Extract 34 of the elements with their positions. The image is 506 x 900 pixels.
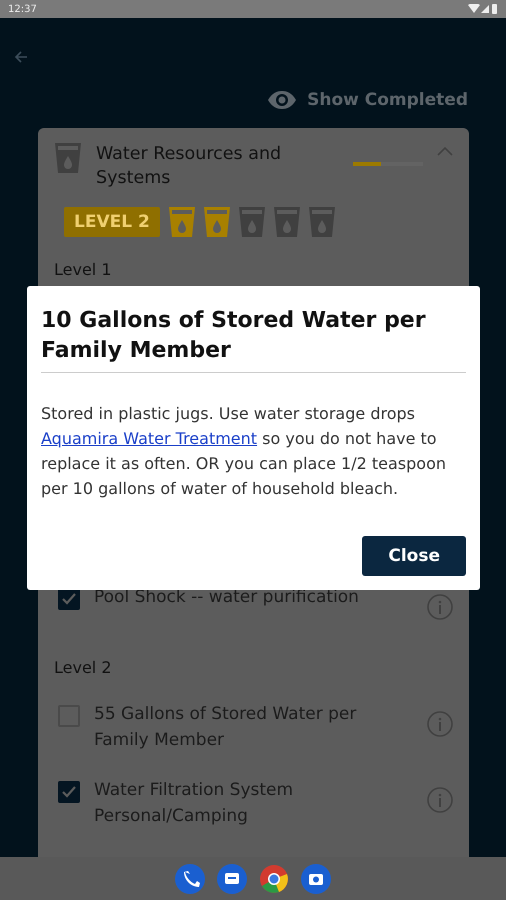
info-icon[interactable] <box>427 594 453 620</box>
dialog-text: Stored in plastic jugs. Use water storage drops Aquamira Water Treatment so you do not have to replace it as often. OR you can place 1/2 teaspoon per 10 gallons of water of household bleach. <box>41 403 448 500</box>
item-label: 55 Gallons of Stored Water per Family Member <box>94 703 358 752</box>
chevron-up-icon[interactable] <box>437 146 453 156</box>
cup-icon <box>54 142 82 174</box>
checkbox[interactable] <box>58 588 80 610</box>
cup-icon <box>202 206 231 238</box>
cup-icon <box>238 206 266 238</box>
category-title: Water Resources and Systems <box>96 143 282 190</box>
item-label: Pool Shock -- water purification <box>94 586 360 609</box>
camera-app-icon[interactable] <box>301 864 331 894</box>
treatment-link[interactable]: Aquamira Water Treatment <box>41 429 258 448</box>
close-button[interactable]: Close <box>362 536 466 576</box>
section-heading: Level 2 <box>54 658 112 677</box>
cup-icon <box>168 206 196 238</box>
section-heading: Level 1 <box>54 260 112 279</box>
eye-icon <box>267 90 298 110</box>
info-icon[interactable] <box>427 711 453 737</box>
messages-app-icon[interactable] <box>217 864 247 894</box>
dialog-title: 10 Gallons of Stored Water per Family Member <box>41 306 466 373</box>
cup-icon <box>308 206 336 238</box>
level-badge: LEVEL 2 <box>64 207 160 237</box>
cup-icon <box>272 206 301 238</box>
clock: 12:37 <box>8 4 37 14</box>
checkbox[interactable] <box>58 781 80 803</box>
progress-bar <box>353 162 423 166</box>
back-arrow-icon[interactable] <box>14 50 28 64</box>
browser-app-icon[interactable] <box>259 864 289 894</box>
status-icons <box>468 4 498 14</box>
info-icon[interactable] <box>427 787 453 813</box>
checkmark-icon <box>62 786 76 798</box>
checkmark-icon <box>62 593 76 605</box>
phone-app-icon[interactable] <box>175 864 205 894</box>
item-label: Water Filtration System Personal/Camping <box>94 779 294 828</box>
